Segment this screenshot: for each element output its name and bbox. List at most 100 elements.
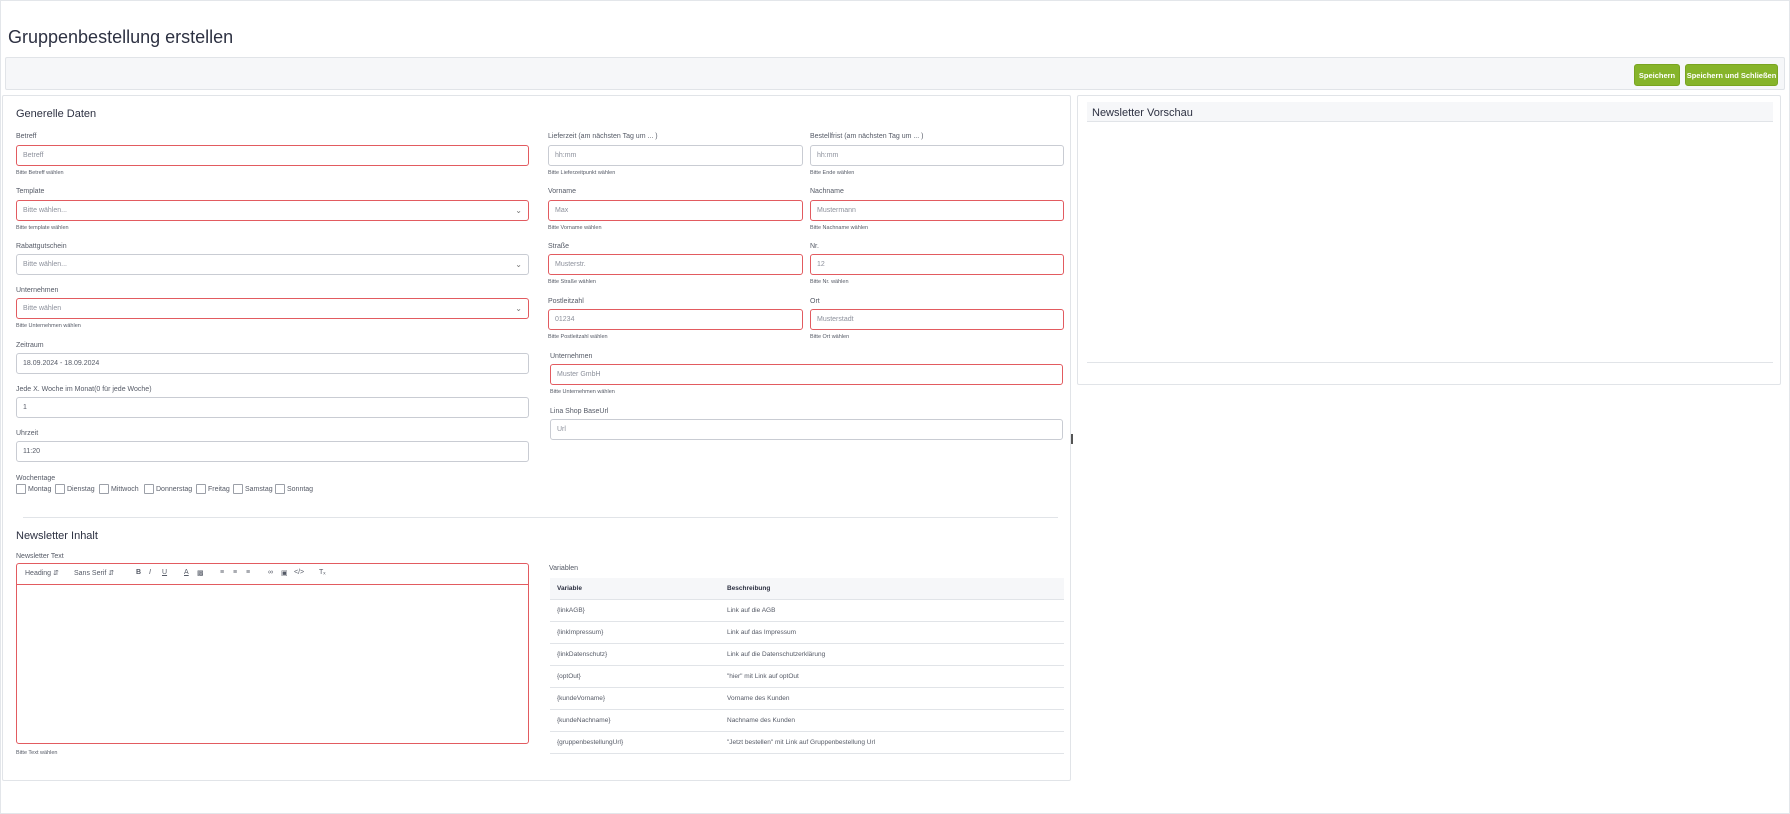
variables-label: Variablen [549,565,579,572]
bestellfrist-field[interactable]: hh:mm [810,145,1064,166]
italic-icon[interactable]: I [149,569,151,576]
weekday-tuesday[interactable]: Dienstag [55,484,95,494]
uhrzeit-field[interactable]: 11:20 [16,441,529,462]
background-color-icon[interactable]: ▩ [197,569,204,577]
weekday-sunday[interactable]: Sonntag [275,484,313,494]
nachname-hint: Bitte Nachname wählen [810,225,869,231]
table-row: {optOut} "hier" mit Link auf optOut [550,665,1064,688]
ort-label: Ort [810,298,820,305]
description-cell: Link auf die Datenschutzerklärung [720,643,1064,666]
resize-handle[interactable] [1071,434,1073,444]
woche-field[interactable]: 1 [16,397,529,418]
unternehmen-input-hint: Bitte Unternehmen wählen [550,389,615,395]
strasse-field[interactable]: Musterstr. [548,254,803,275]
variable-cell: {gruppenbestellungUrl} [550,731,720,754]
description-cell: Vorname des Kunden [720,687,1064,710]
bullet-list-icon[interactable]: ≡ [233,569,237,576]
editor-toolbar: Heading ⇵ Sans Serif ⇵ B I U A ▩ ≡ ≡ ≡ ∞… [16,563,529,585]
newsletter-text-editor[interactable] [16,584,529,744]
newsletter-text-hint: Bitte Text wählen [16,750,58,756]
template-value: Bitte wählen... [23,207,67,214]
save-and-close-button[interactable]: Speichern und Schließen [1685,64,1778,86]
checkbox[interactable] [275,484,285,494]
newsletter-text-label: Newsletter Text [16,553,64,560]
plz-label: Postleitzahl [548,298,584,305]
table-row: {kundeNachname} Nachname des Kunden [550,709,1064,732]
plz-placeholder: 01234 [555,316,575,323]
woche-label: Jede X. Woche im Monat(0 für jede Woche) [16,386,152,393]
image-icon[interactable]: ▣ [281,569,288,577]
variable-cell: {kundeVorname} [550,687,720,710]
link-icon[interactable]: ∞ [268,569,273,576]
template-select[interactable]: Bitte wählen... ⌄ [16,200,529,221]
checkbox[interactable] [16,484,26,494]
unternehmen-field[interactable]: Muster GmbH [550,364,1063,385]
page-title: Gruppenbestellung erstellen [8,27,234,47]
table-header-row: Variable Beschreibung [550,578,1064,600]
weekday-friday[interactable]: Freitag [196,484,230,494]
nr-placeholder: 12 [817,261,825,268]
underline-icon[interactable]: U [162,569,167,576]
font-select[interactable]: Sans Serif ⇵ [74,569,114,577]
nr-label: Nr. [810,243,819,250]
plz-field[interactable]: 01234 [548,309,803,330]
table-row: {linkImpressum} Link auf das Impressum [550,621,1064,644]
ort-field[interactable]: Musterstadt [810,309,1064,330]
align-icon[interactable]: ≡ [246,569,250,576]
ordered-list-icon[interactable]: ≡ [220,569,224,576]
weekday-thursday[interactable]: Donnerstag [144,484,192,494]
woche-value: 1 [23,404,27,411]
checkbox[interactable] [55,484,65,494]
zeitraum-field[interactable]: 18.09.2024 - 18.09.2024 [16,353,529,374]
column-header-variable: Variable [550,578,720,600]
weekday-saturday[interactable]: Samstag [233,484,273,494]
chevron-down-icon: ⌄ [515,206,522,215]
bestellfrist-placeholder: hh:mm [817,152,839,159]
shop-url-label: Lina Shop BaseUrl [550,408,609,415]
nr-field[interactable]: 12 [810,254,1064,275]
unternehmen-placeholder: Muster GmbH [557,371,601,378]
lieferzeit-field[interactable]: hh:mm [548,145,803,166]
section-divider [23,517,1058,518]
save-button[interactable]: Speichern [1634,64,1680,86]
weekday-wednesday[interactable]: Mittwoch [99,484,139,494]
zeitraum-value: 18.09.2024 - 18.09.2024 [23,360,100,367]
description-cell: Nachname des Kunden [720,709,1064,732]
unternehmen-select[interactable]: Bitte wählen ⌄ [16,298,529,319]
checkbox[interactable] [196,484,206,494]
checkbox[interactable] [99,484,109,494]
table-row: {linkAGB} Link auf die AGB [550,599,1064,622]
weekday-monday[interactable]: Montag [16,484,51,494]
nachname-field[interactable]: Mustermann [810,200,1064,221]
nachname-placeholder: Mustermann [817,207,856,214]
code-icon[interactable]: </> [294,569,304,576]
nachname-label: Nachname [810,188,844,195]
unternehmen-select-hint: Bitte Unternehmen wählen [16,323,81,329]
variable-cell: {linkDatenschutz} [550,643,720,666]
lieferzeit-hint: Bitte Lieferzeitpunkt wählen [548,170,616,176]
table-row: {linkDatenschutz} Link auf die Datenschut… [550,643,1064,666]
nr-hint: Bitte Nr. wählen [810,279,849,285]
betreff-field[interactable]: Betreff [16,145,529,166]
vorname-field[interactable]: Max [548,200,803,221]
column-header-description: Beschreibung [720,578,1064,600]
variables-table: Variable Beschreibung {linkAGB} Link auf … [550,578,1064,754]
strasse-hint: Bitte Straße wählen [548,279,596,285]
ort-hint: Bitte Ort wählen [810,334,850,340]
vorname-placeholder: Max [555,207,569,214]
rabatt-label: Rabattgutschein [16,243,67,250]
shop-url-field[interactable]: Url [550,419,1063,440]
preview-title: Newsletter Vorschau [1092,107,1193,119]
lieferzeit-label: Lieferzeit (am nächsten Tag um ... ) [548,133,658,140]
plz-hint: Bitte Postleitzahl wählen [548,334,608,340]
heading-select[interactable]: Heading ⇵ [25,569,59,577]
zeitraum-label: Zeitraum [16,342,44,349]
template-label: Template [16,188,45,195]
clear-format-icon[interactable]: Tₓ [319,569,326,576]
checkbox[interactable] [144,484,154,494]
text-color-icon[interactable]: A [184,569,189,576]
newsletter-preview-card [1077,95,1781,385]
rabatt-select[interactable]: Bitte wählen... ⌄ [16,254,529,275]
checkbox[interactable] [233,484,243,494]
bold-icon[interactable]: B [136,569,141,576]
